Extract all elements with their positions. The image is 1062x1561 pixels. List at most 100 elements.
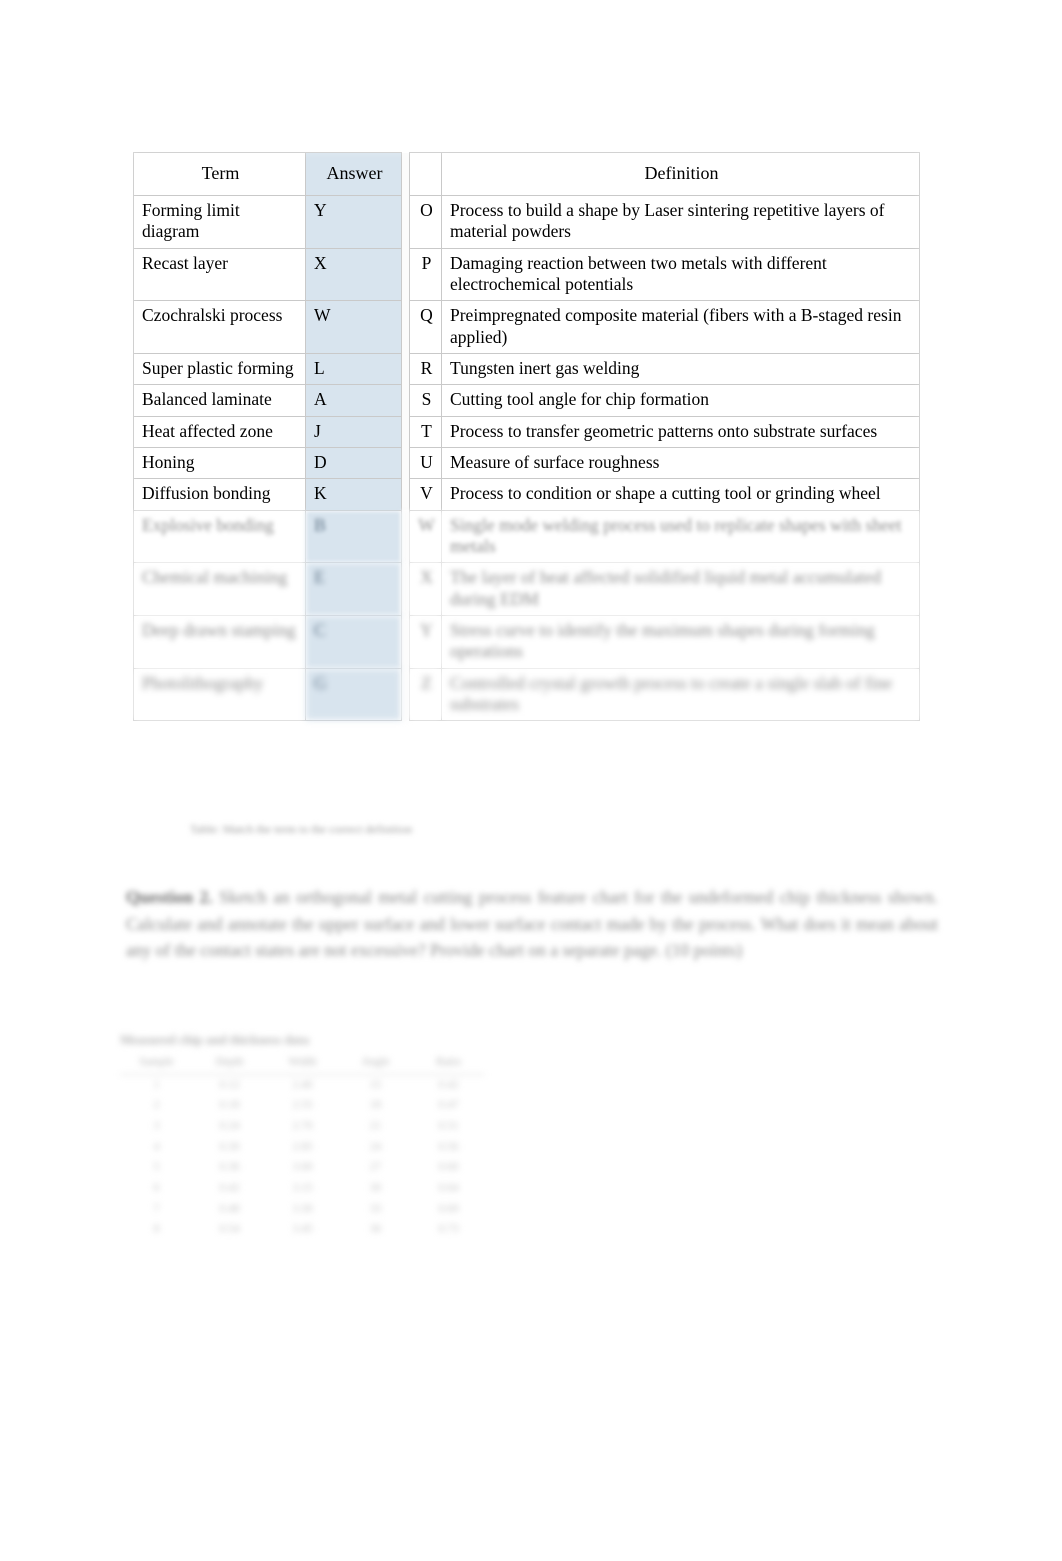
bottom-table-body: 1 0.12 2.40 15 0.42 2 0.18 2.55 18 0.47 3 0.24 2.70 2… (120, 1074, 485, 1240)
table-caption: Table: Match the term to the correct def… (190, 822, 413, 836)
cell-term: Photolithography (133, 667, 306, 722)
cell-spacer (401, 615, 410, 669)
bottom-table-cell: 0.56 (438, 1140, 459, 1153)
cell-answer[interactable]: Y (305, 194, 402, 249)
bottom-table-row: 3 0.24 2.70 21 0.51 (120, 1116, 485, 1137)
cell-answer[interactable]: B (305, 509, 402, 564)
cell-term: Chemical machining (133, 562, 306, 617)
bottom-table-header-cell: Angle (339, 1052, 412, 1075)
cell-letter: P (409, 247, 442, 302)
cell-term: Forming limit diagram (133, 194, 306, 249)
bottom-table-cell: 3.45 (292, 1223, 313, 1236)
table-row: Diffusion bonding K V Process to condition … (133, 478, 920, 511)
cell-term: Heat affected zone (133, 415, 306, 449)
bottom-table-row: 6 0.42 3.15 30 0.64 (120, 1178, 485, 1199)
bottom-table-cell: 4 (153, 1140, 160, 1153)
cell-definition: Process to transfer geometric patterns o… (441, 415, 920, 449)
bottom-table-cell: 0.12 (219, 1078, 240, 1091)
bottom-data-table-container: Measured chip and thickness data Sample D… (120, 1032, 485, 1240)
bottom-table-cell: 3.00 (292, 1161, 313, 1174)
cell-answer[interactable]: J (305, 415, 402, 449)
bottom-table-row: 4 0.30 2.85 24 0.56 (120, 1137, 485, 1158)
cell-definition: Tungsten inert gas welding (441, 353, 920, 386)
cell-answer[interactable]: G (305, 667, 402, 722)
cell-spacer (401, 668, 410, 721)
bottom-table-cell: 8 (153, 1223, 160, 1236)
bottom-table-cell: 3.30 (292, 1202, 313, 1215)
bottom-table-cell: 2.55 (292, 1099, 313, 1112)
cell-spacer (401, 510, 410, 563)
cell-definition: Preimpregnated composite material (fiber… (441, 300, 920, 355)
cell-term: Super plastic forming (133, 353, 306, 386)
table-row: Super plastic forming L R Tungsten inert ga… (133, 353, 920, 386)
cell-definition: Damaging reaction between two metals wit… (441, 247, 920, 302)
bottom-table-cell: 3.15 (292, 1182, 313, 1195)
cell-letter: S (409, 384, 442, 417)
header-gap (401, 152, 410, 196)
cell-spacer (401, 384, 410, 417)
cell-spacer (401, 195, 410, 249)
bottom-table-header-row: Sample Depth Width Angle Ratio (120, 1052, 485, 1075)
bottom-table-cell: 0.36 (219, 1161, 240, 1174)
bottom-table-row: 1 0.12 2.40 15 0.42 (120, 1074, 485, 1095)
cell-term: Czochralski process (133, 300, 306, 355)
cell-definition: Stress curve to identify the maximum sha… (441, 615, 920, 669)
bottom-table-cell: 24 (369, 1140, 382, 1153)
cell-term: Diffusion bonding (133, 478, 306, 511)
bottom-table-cell: 27 (369, 1161, 382, 1174)
bottom-table-cell: 7 (153, 1202, 160, 1215)
bottom-table-row: 2 0.18 2.55 18 0.47 (120, 1095, 485, 1116)
bottom-table-cell: 0.24 (219, 1120, 240, 1133)
bottom-table-row: 5 0.36 3.00 27 0.60 (120, 1157, 485, 1178)
bottom-table-cell: 6 (153, 1182, 160, 1195)
bottom-table-cell: 0.42 (219, 1182, 240, 1195)
cell-spacer (401, 447, 410, 479)
cell-letter: O (409, 194, 442, 249)
cell-term: Recast layer (133, 247, 306, 302)
bottom-table-cell: 5 (153, 1161, 160, 1174)
cell-term: Deep drawn stamping (133, 615, 306, 669)
bottom-table-cell: 0.48 (219, 1202, 240, 1215)
bottom-table-cell: 3 (153, 1120, 160, 1133)
table-row: Deep drawn stamping C Y Stress curve to ide… (133, 615, 920, 669)
bottom-table-cell: 2 (153, 1099, 160, 1112)
cell-letter: Z (409, 667, 442, 722)
bottom-table-title: Measured chip and thickness data (120, 1032, 310, 1047)
bottom-data-table: Sample Depth Width Angle Ratio 1 0.12 2.40 15 0.… (120, 1052, 485, 1240)
bottom-table-cell: 30 (369, 1182, 382, 1195)
bottom-table-row: 8 0.54 3.45 36 0.73 (120, 1219, 485, 1240)
cell-spacer (401, 416, 410, 448)
table-row: Honing D U Measure of surface roughness (133, 447, 920, 480)
bottom-table-cell: 2.85 (292, 1140, 313, 1153)
cell-answer[interactable]: K (305, 478, 402, 511)
cell-answer[interactable]: C (305, 615, 402, 669)
cell-answer[interactable]: E (305, 562, 402, 617)
bottom-table-cell: 36 (369, 1223, 382, 1236)
cell-letter: W (409, 509, 442, 564)
table-row: Heat affected zone J T Process to transfer … (133, 415, 920, 449)
cell-definition: Controlled crystal growth process to cre… (441, 667, 920, 722)
table-row: Forming limit diagram Y O Process to build … (133, 194, 920, 249)
bottom-table-cell: 0.47 (438, 1099, 459, 1112)
question-number: Question 2. (126, 887, 213, 907)
bottom-table-cell: 0.18 (219, 1099, 240, 1112)
question-paragraph: Question 2. Sketch an orthogonal metal c… (126, 884, 938, 964)
cell-answer[interactable]: X (305, 247, 402, 302)
bottom-table-cell: 0.51 (438, 1120, 459, 1133)
table-row: Photolithography G Z Controlled crystal gro… (133, 667, 920, 722)
cell-answer[interactable]: A (305, 384, 402, 417)
cell-term: Balanced laminate (133, 384, 306, 417)
cell-letter: R (409, 353, 442, 386)
cell-answer[interactable]: W (305, 300, 402, 355)
header-letter (409, 152, 442, 196)
matching-table-container: Term Answer Definition Forming limit dia… (133, 152, 920, 722)
table-row: Explosive bonding B W Single mode welding p… (133, 509, 920, 564)
bottom-table-header-cell: Sample (120, 1052, 193, 1075)
bottom-table-cell: 1 (153, 1078, 160, 1091)
cell-answer[interactable]: D (305, 447, 402, 480)
bottom-table-cell: 0.30 (219, 1140, 240, 1153)
bottom-table-cell: 15 (369, 1078, 382, 1091)
cell-definition: The layer of heat affected solidified li… (441, 562, 920, 617)
cell-answer[interactable]: L (305, 353, 402, 386)
table-row: Chemical machining E X The layer of heat af… (133, 562, 920, 617)
